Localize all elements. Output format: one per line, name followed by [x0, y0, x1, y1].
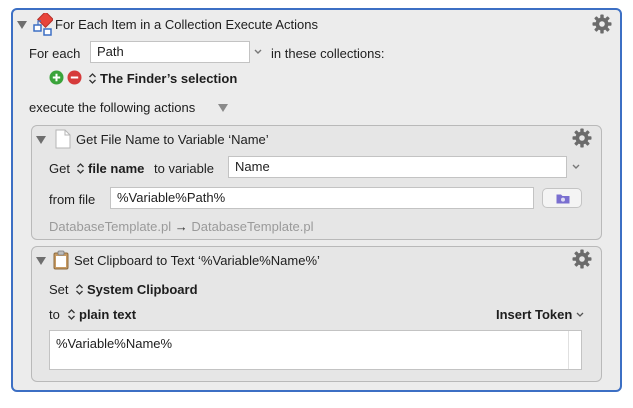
get-label: Get — [49, 161, 70, 176]
clipboard-text-area[interactable]: %Variable%Name% — [49, 330, 582, 370]
clipboard-popup[interactable]: System Clipboard — [75, 282, 198, 297]
execute-disclosure-triangle[interactable] — [218, 104, 228, 112]
action-title: Set Clipboard to Text ‘%Variable%Name%’ — [74, 253, 320, 268]
chevron-down-icon[interactable] — [571, 163, 581, 171]
for-each-label: For each — [29, 46, 81, 61]
plus-circle-icon[interactable] — [49, 70, 64, 85]
attribute-label: file name — [88, 161, 145, 176]
disclosure-triangle[interactable] — [36, 257, 46, 265]
up-down-arrows-icon — [77, 163, 84, 174]
format-popup[interactable]: plain text — [67, 307, 136, 322]
execute-label: execute the following actions — [29, 100, 196, 115]
preview-arrow: → — [174, 219, 188, 234]
collection-popup[interactable]: The Finder’s selection — [88, 71, 237, 86]
insert-token-menu[interactable]: Insert Token — [496, 307, 584, 322]
action-title: For Each Item in a Collection Execute Ac… — [55, 17, 319, 32]
attribute-popup[interactable]: file name — [76, 161, 144, 176]
file-name-preview: DatabaseTemplate.pl → DatabaseTemplate.p… — [49, 219, 314, 234]
preview-result: DatabaseTemplate.pl — [191, 219, 314, 234]
clipboard-label: System Clipboard — [87, 282, 198, 297]
gear-icon[interactable] — [572, 128, 592, 148]
choose-file-button[interactable] — [542, 188, 582, 208]
from-file-label: from file — [49, 192, 96, 207]
disclosure-triangle[interactable] — [17, 21, 27, 29]
chevron-down-icon[interactable] — [253, 48, 263, 56]
clipboard-text-value: %Variable%Name% — [56, 336, 173, 351]
variable-name-field[interactable]: Name — [228, 156, 567, 178]
to-variable-label: to variable — [154, 161, 214, 176]
variable-field[interactable]: Path — [90, 41, 250, 63]
text-area-divider — [568, 331, 569, 369]
gear-icon[interactable] — [572, 249, 592, 269]
file-path-field[interactable]: %Variable%Path% — [110, 187, 534, 209]
up-down-arrows-icon — [89, 73, 96, 84]
document-icon — [55, 129, 71, 149]
in-collections-label: in these collections: — [271, 46, 385, 61]
set-label: Set — [49, 282, 69, 297]
disclosure-triangle[interactable] — [36, 136, 46, 144]
gear-icon[interactable] — [592, 14, 612, 34]
format-label: plain text — [79, 307, 137, 322]
insert-token-label: Insert Token — [496, 307, 573, 322]
action-title: Get File Name to Variable ‘Name’ — [76, 132, 269, 147]
collection-label: The Finder’s selection — [100, 71, 238, 86]
to-label: to — [49, 307, 60, 322]
minus-circle-icon[interactable] — [67, 70, 82, 85]
for-each-action-icon — [33, 13, 53, 36]
up-down-arrows-icon — [76, 284, 83, 295]
clipboard-icon — [53, 250, 69, 270]
folder-icon — [556, 194, 570, 204]
chevron-down-icon — [576, 312, 584, 317]
preview-source: DatabaseTemplate.pl — [49, 219, 172, 234]
up-down-arrows-icon — [68, 309, 75, 320]
